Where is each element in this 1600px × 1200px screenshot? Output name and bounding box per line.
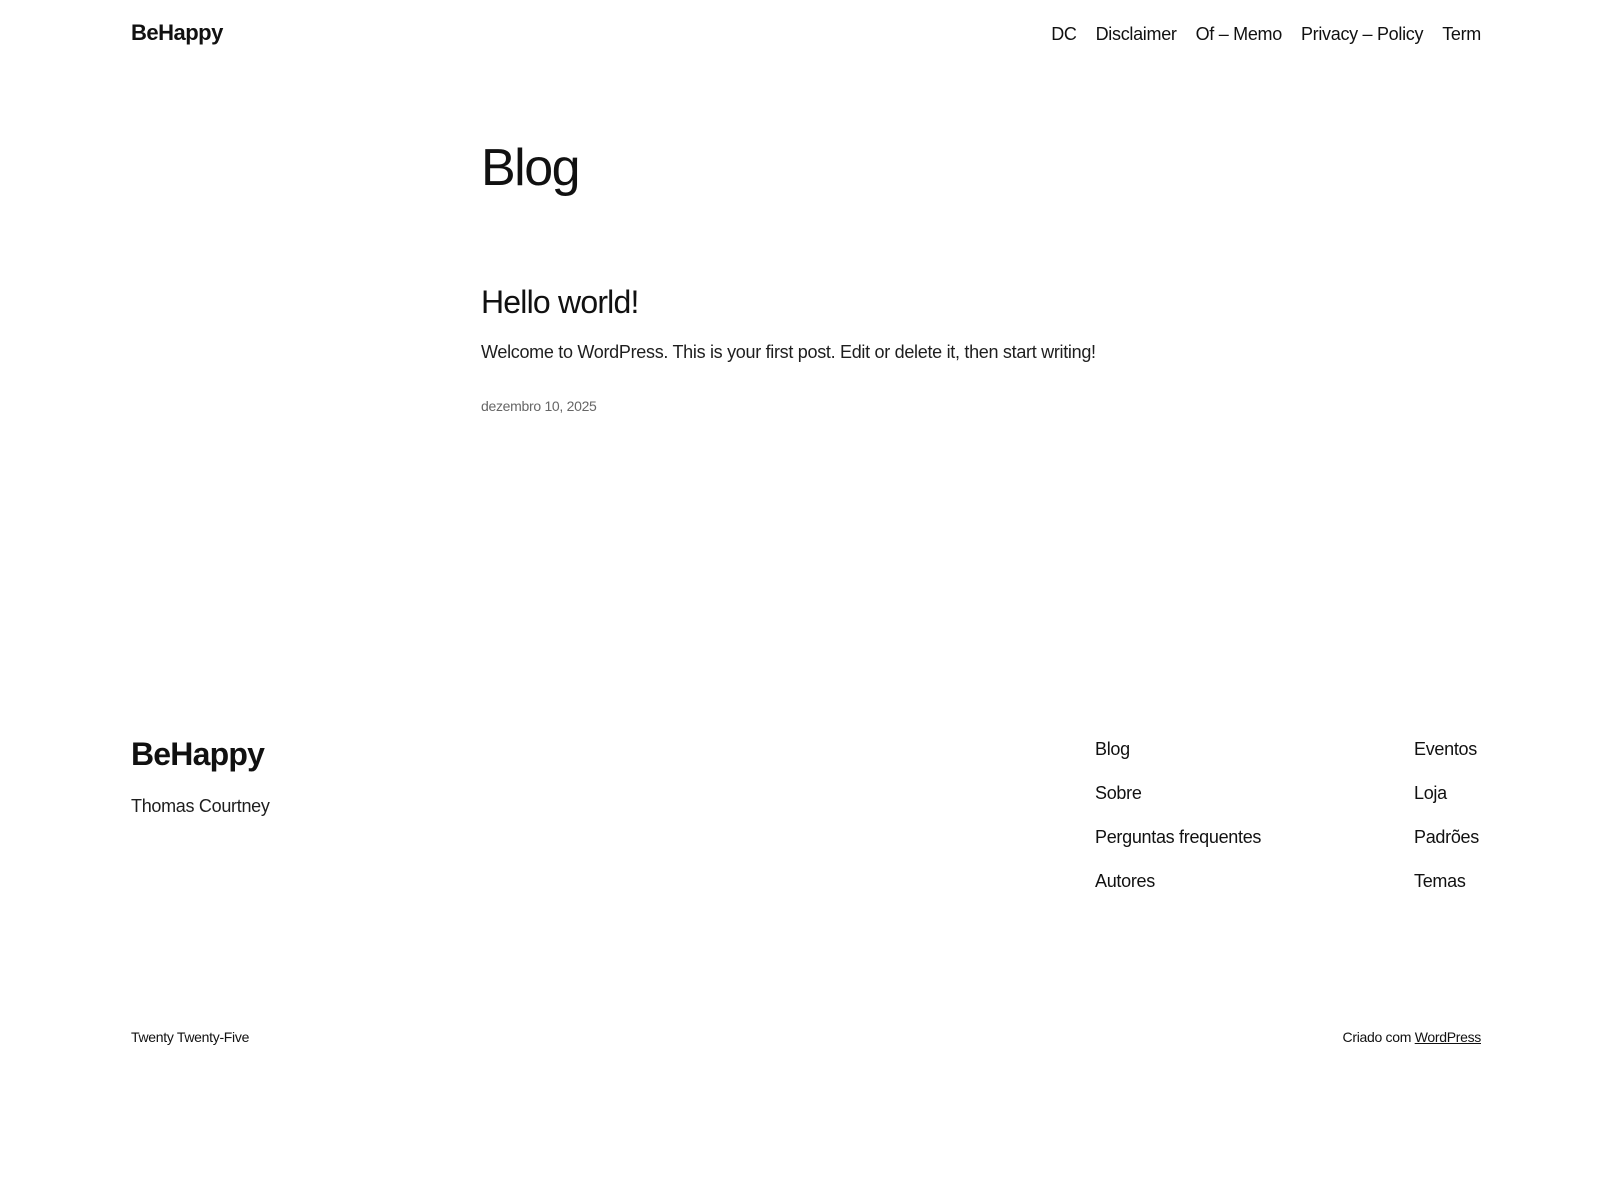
footer-tagline: Thomas Courtney — [131, 796, 270, 816]
footer-link-eventos[interactable]: Eventos — [1414, 738, 1479, 760]
footer-link-loja[interactable]: Loja — [1414, 782, 1479, 804]
powered-by-credit: Criado com WordPress — [1342, 1029, 1482, 1045]
page-title: Blog — [481, 139, 581, 197]
wordpress-link[interactable]: WordPress — [1415, 1029, 1482, 1045]
site-title-link[interactable]: BeHappy — [131, 20, 223, 46]
theme-credit: Twenty Twenty-Five — [131, 1029, 250, 1045]
nav-item-of-memo[interactable]: Of – Memo — [1196, 24, 1283, 45]
footer-link-perguntas-frequentes[interactable]: Perguntas frequentes — [1095, 826, 1261, 848]
footer-link-padroes[interactable]: Padrões — [1414, 826, 1479, 848]
footer-nav-column-1: Blog Sobre Perguntas frequentes Autores — [1095, 738, 1261, 892]
footer-link-sobre[interactable]: Sobre — [1095, 782, 1261, 804]
nav-item-privacy-policy[interactable]: Privacy – Policy — [1301, 24, 1424, 45]
nav-item-disclaimer[interactable]: Disclaimer — [1096, 24, 1177, 45]
footer-link-autores[interactable]: Autores — [1095, 870, 1261, 892]
post-title-link[interactable]: Hello world! — [481, 284, 639, 320]
footer-site-title[interactable]: BeHappy — [131, 736, 265, 773]
footer-link-blog[interactable]: Blog — [1095, 738, 1261, 760]
post-date[interactable]: dezembro 10, 2025 — [481, 398, 597, 414]
nav-item-term[interactable]: Term — [1442, 24, 1481, 45]
post-title: Hello world! — [481, 284, 639, 321]
site-header: BeHappy DC Disclaimer Of – Memo Privacy … — [0, 0, 1600, 72]
credit-prefix: Criado com — [1342, 1029, 1415, 1045]
post-excerpt: Welcome to WordPress. This is your first… — [481, 342, 1096, 362]
footer-nav-column-2: Eventos Loja Padrões Temas — [1414, 738, 1479, 892]
nav-item-dc[interactable]: DC — [1051, 24, 1077, 45]
top-nav: DC Disclaimer Of – Memo Privacy – Policy… — [1051, 24, 1481, 45]
footer-link-temas[interactable]: Temas — [1414, 870, 1479, 892]
